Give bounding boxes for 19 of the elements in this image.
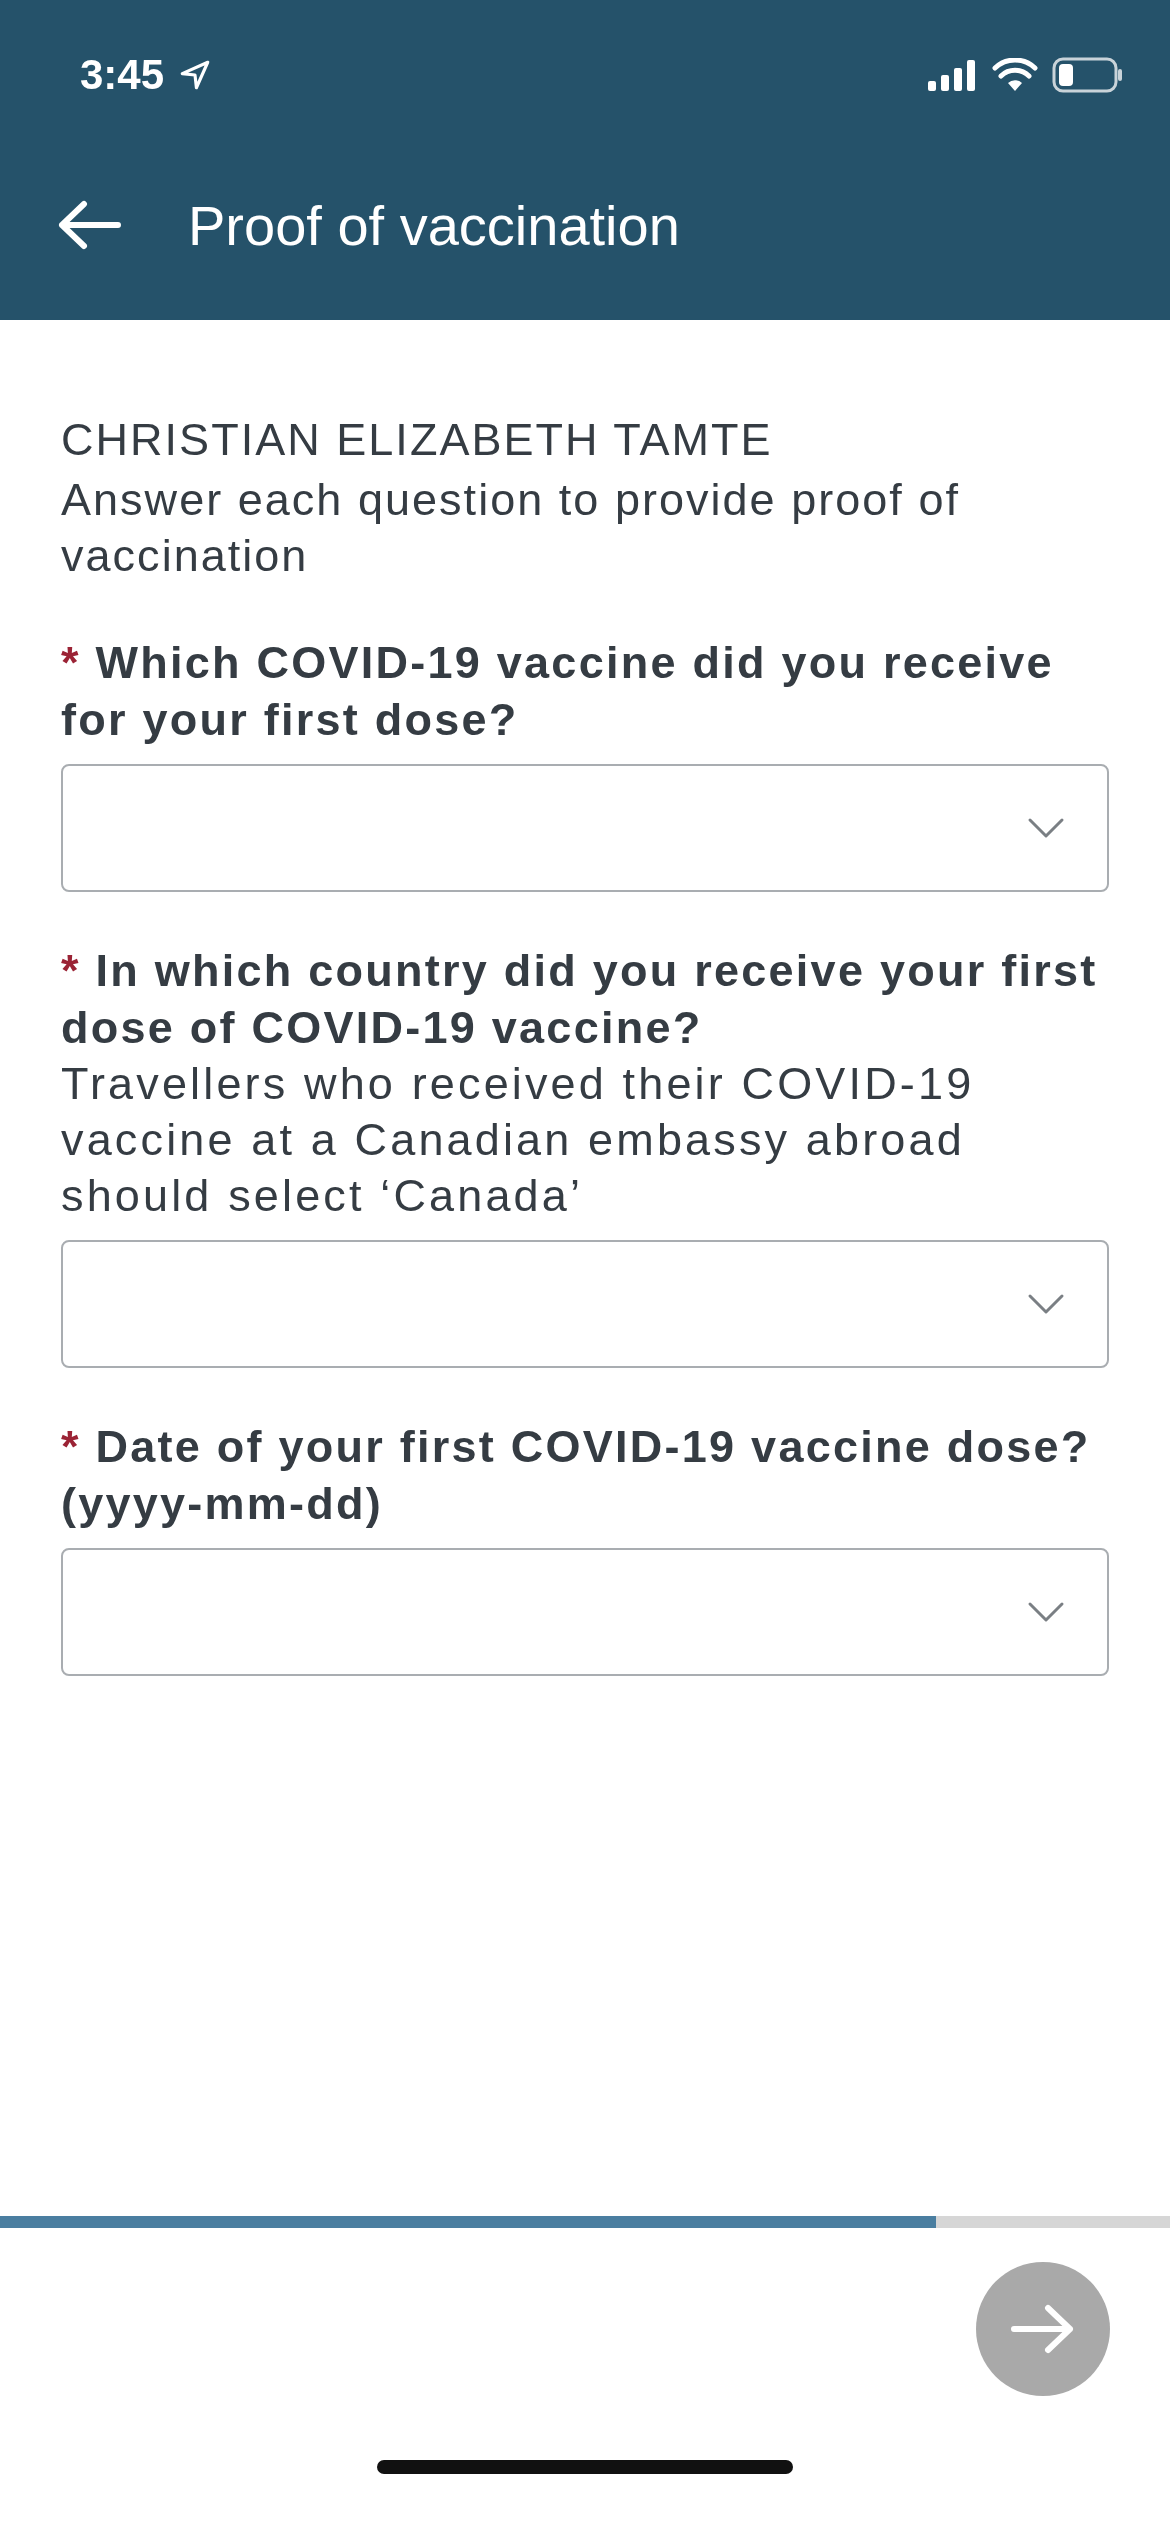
instructions-text: Answer each question to provide proof of vaccination — [61, 473, 961, 583]
status-time: 3:45 — [80, 51, 165, 99]
dropdown-field[interactable] — [61, 764, 1109, 892]
screen-title: Proof of vaccination — [188, 192, 680, 258]
chevron-down-icon — [1027, 1293, 1065, 1315]
dropdown-field[interactable] — [61, 1240, 1109, 1368]
traveller-name: CHRISTIAN ELIZABETH TAMTE — [61, 413, 774, 467]
arrow-right-icon — [1010, 2304, 1076, 2354]
question-label: * In which country did you receive your first dose of COVID-19 vaccine? — [61, 944, 1099, 1055]
question-label: * Which COVID-19 vaccine did you receive for your first dose? — [61, 636, 1055, 747]
chevron-down-icon — [1027, 817, 1065, 839]
arrow-left-icon — [56, 200, 122, 250]
chevron-down-icon — [1027, 1601, 1065, 1623]
signal-icon — [928, 59, 978, 91]
wifi-icon — [992, 58, 1038, 92]
dropdown-field[interactable] — [61, 1548, 1109, 1676]
question-label: * Date of your first COVID-19 vaccine dose? (yyyy-mm-dd) — [61, 1420, 1092, 1531]
question-hint: Travellers who received their COVID-19 vaccine at a Canadian embassy abroad should select ‘Canada’ — [61, 1057, 976, 1223]
battery-icon — [1052, 57, 1124, 93]
